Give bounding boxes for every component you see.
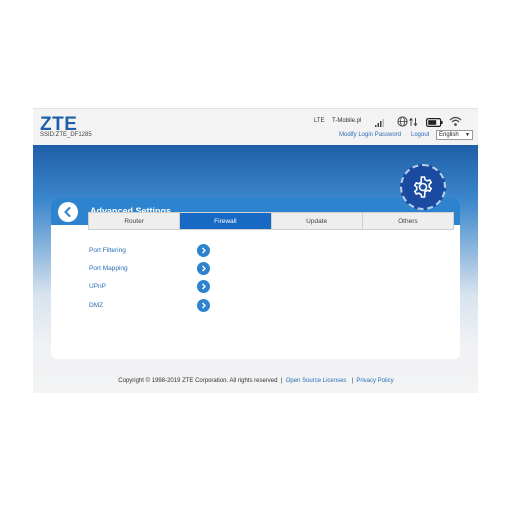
chevron-right-icon: [202, 247, 206, 254]
tab-firewall[interactable]: Firewall: [180, 213, 272, 229]
back-button[interactable]: [58, 202, 78, 222]
privacy-policy-link[interactable]: Privacy Policy: [356, 378, 393, 384]
copyright-text: Copyright © 1998-2019 ZTE Corporation. A…: [118, 378, 278, 384]
data-transfer-icon: [409, 117, 418, 127]
network-type: LTE: [314, 118, 325, 124]
language-select[interactable]: English ▼: [436, 130, 473, 140]
top-header: ZTE SSID:ZTE_DF1285 LTE T-Mobile.pl Modi…: [33, 109, 478, 145]
chevron-down-icon: ▼: [465, 132, 470, 138]
footer: Copyright © 1998-2019 ZTE Corporation. A…: [0, 378, 512, 384]
battery-icon: [426, 118, 443, 127]
wifi-icon: [449, 116, 462, 126]
signal-icon: [375, 119, 384, 127]
port-filtering-arrow-button[interactable]: [197, 244, 210, 257]
gear-icon: [413, 176, 433, 198]
settings-tabs: Router Firewall Update Others: [88, 212, 454, 230]
tab-others[interactable]: Others: [362, 213, 453, 229]
globe-icon: [397, 116, 408, 127]
ssid-label: SSID:ZTE_DF1285: [40, 132, 92, 138]
settings-badge: [400, 164, 446, 210]
logout-link[interactable]: Logout: [411, 132, 429, 138]
chevron-right-icon: [202, 265, 206, 272]
operator-name: T-Mobile.pl: [332, 118, 362, 124]
dmz-arrow-button[interactable]: [197, 299, 210, 312]
back-icon: [64, 207, 71, 217]
menu-item-port-mapping[interactable]: Port Mapping: [89, 265, 128, 272]
open-source-licenses-link[interactable]: Open Source Licenses: [286, 378, 347, 384]
footer-separator: |: [280, 378, 283, 384]
port-mapping-arrow-button[interactable]: [197, 262, 210, 275]
chevron-right-icon: [202, 283, 206, 290]
menu-item-dmz[interactable]: DMZ: [89, 302, 103, 309]
language-value: English: [439, 132, 459, 138]
tab-update[interactable]: Update: [271, 213, 363, 229]
upnp-arrow-button[interactable]: [197, 280, 210, 293]
menu-item-upnp[interactable]: UPnP: [89, 283, 106, 290]
chevron-right-icon: [202, 302, 206, 309]
footer-separator: |: [351, 378, 353, 384]
menu-item-port-filtering[interactable]: Port Filtering: [89, 247, 126, 254]
modify-password-link[interactable]: Modify Login Password: [339, 132, 401, 138]
tab-router[interactable]: Router: [89, 213, 181, 229]
